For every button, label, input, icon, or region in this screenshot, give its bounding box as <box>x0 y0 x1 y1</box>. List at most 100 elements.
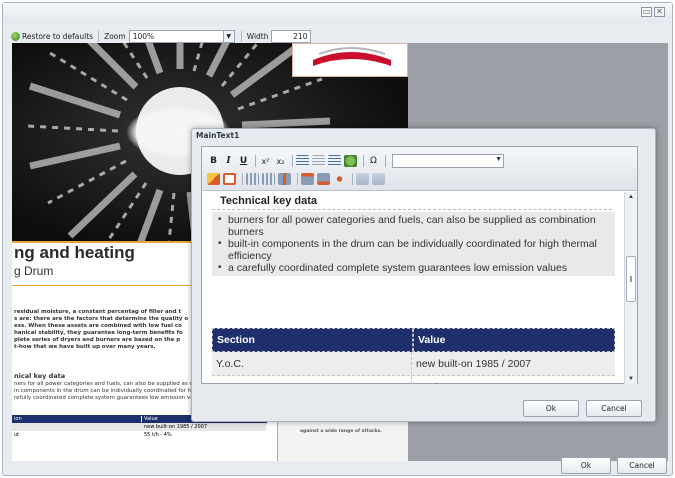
width-input[interactable]: 210 <box>271 29 312 43</box>
ok-button[interactable]: Ok <box>561 457 611 474</box>
close-window-icon[interactable]: ✕ <box>654 7 665 17</box>
bullet-list: • burners for all power categories and f… <box>212 212 615 276</box>
toolbar-divider <box>385 155 386 167</box>
merge-cells-icon[interactable] <box>301 173 314 185</box>
scrollbar-thumb[interactable] <box>626 256 636 302</box>
maintext-dialog: MainText1 B I U x² x₂ Ω ▼ Technical key … <box>191 128 656 422</box>
table-cell: 55 t/h - 4% <box>412 376 615 385</box>
editor-content[interactable]: Technical key data • burners for all pow… <box>202 192 625 384</box>
editor-scrollbar[interactable]: ▲ ▼ <box>624 192 637 384</box>
dialog-cancel-button[interactable]: Cancel <box>586 400 642 417</box>
list-item: • burners for all power categories and f… <box>218 214 611 238</box>
window-titlebar: ▭ ✕ <box>3 3 672 23</box>
list-item: • a carefully coordinated complete syste… <box>218 262 611 274</box>
table-cell: new built-on 1985 / 2007 <box>142 424 267 430</box>
zoom-label: Zoom <box>104 31 126 41</box>
toolbar-divider <box>255 155 256 167</box>
subscript-button[interactable]: x₂ <box>274 154 287 168</box>
special-character-button[interactable]: Ω <box>367 154 380 168</box>
edit-table-icon[interactable] <box>207 173 220 185</box>
grip-icon <box>630 276 632 282</box>
restore-defaults-icon[interactable] <box>11 31 20 41</box>
table-row: Y.o.C. new built-on 1985 / 2007 <box>212 352 615 376</box>
table-header-cell: Section <box>213 329 413 351</box>
chevron-down-icon[interactable]: ▼ <box>495 156 502 163</box>
table-cell: Output <box>212 376 412 384</box>
bulleted-list-icon[interactable] <box>296 155 309 167</box>
list-item: • built-in components in the drum can be… <box>218 238 611 262</box>
table-props-icon[interactable] <box>223 173 236 185</box>
editor-toolbar: B I U x² x₂ Ω ▼ <box>202 147 637 191</box>
toolbar-divider <box>363 155 364 167</box>
outdent-icon[interactable] <box>312 155 325 167</box>
scroll-up-icon[interactable]: ▲ <box>628 194 634 200</box>
page-subheading: g Drum <box>14 264 54 278</box>
section-divider <box>212 209 612 210</box>
bold-button[interactable]: B <box>207 154 220 168</box>
list-item-text: built-in components in the drum can be i… <box>228 238 597 262</box>
side-line: against a wide range of attacks. <box>300 429 382 434</box>
body-line: plete series of dryers and burners are b… <box>14 337 181 343</box>
body-line: t-how that we have built up over many ye… <box>14 344 156 350</box>
zoom-select[interactable]: 100% ▼ <box>128 29 235 43</box>
table-cell: 55 t/h - 4% <box>142 432 267 438</box>
body-line: ess. When these assets are combined with… <box>14 323 182 329</box>
body-line: residual moisture, a constant percentag … <box>14 309 182 315</box>
body-line: s are: there are the factors that determ… <box>14 316 189 322</box>
table-row: ut 55 t/h - 4% <box>12 431 267 439</box>
key-data-line: ners for all power categories and fuels,… <box>14 381 196 387</box>
key-data-table: Section Value Y.o.C. new built-on 1985 /… <box>212 328 615 384</box>
indent-icon[interactable] <box>328 155 341 167</box>
insert-image-icon[interactable] <box>344 155 357 167</box>
rich-text-editor[interactable]: B I U x² x₂ Ω ▼ Technical key data • bur… <box>201 146 638 384</box>
dialog-ok-button[interactable]: Ok <box>523 400 579 417</box>
section-title: Technical key data <box>220 195 318 207</box>
table-cell: new built-on 1985 / 2007 <box>416 357 532 370</box>
table-row: Output 55 t/h - 4% <box>212 376 615 384</box>
table-header-row: Section Value <box>212 328 615 352</box>
dialog-title: MainText1 <box>196 131 240 140</box>
toolbar-divider <box>242 173 243 185</box>
key-data-line: in components in the drum can be individ… <box>14 388 192 394</box>
delete-row-icon[interactable] <box>262 173 275 185</box>
underline-button[interactable]: U <box>237 154 250 168</box>
bullet-icon: • <box>218 262 222 273</box>
table-header-cell: ion <box>12 416 142 422</box>
insert-row-icon[interactable] <box>246 173 259 185</box>
key-data-line: refully coordinated complete system guar… <box>14 395 194 401</box>
bullet-icon: • <box>218 214 222 225</box>
page-heading: ng and heating <box>14 243 135 262</box>
toolbar-divider <box>352 173 353 185</box>
toolbar-divider <box>240 30 242 42</box>
table-cell: Y.o.C. <box>212 352 412 375</box>
zoom-value: 100% <box>132 31 155 41</box>
table-border-icon[interactable] <box>356 173 369 185</box>
logo-graphic <box>313 47 391 66</box>
brand-logo <box>292 43 408 77</box>
toolbar-divider <box>292 155 293 167</box>
cell-props-icon[interactable] <box>333 173 346 185</box>
table-row: new built-on 1985 / 2007 <box>12 423 267 431</box>
list-item-text: burners for all power categories and fue… <box>228 214 596 238</box>
scroll-down-icon[interactable]: ▼ <box>628 376 634 382</box>
key-data-heading: nical key data <box>14 372 66 380</box>
chevron-down-icon[interactable]: ▼ <box>222 30 234 42</box>
superscript-button[interactable]: x² <box>259 154 272 168</box>
editor-toolbar-row <box>207 171 388 187</box>
body-line: hanical stability, they guarantee long-t… <box>14 330 183 336</box>
editor-toolbar-row: B I U x² x₂ Ω ▼ <box>207 153 504 169</box>
width-label: Width <box>246 31 269 41</box>
insert-column-icon[interactable] <box>278 173 291 185</box>
width-value: 210 <box>293 31 308 41</box>
bullet-icon: • <box>218 238 222 249</box>
split-cells-icon[interactable] <box>317 173 330 185</box>
cancel-button[interactable]: Cancel <box>617 457 667 474</box>
restore-window-icon[interactable]: ▭ <box>641 7 652 17</box>
toolbar-divider <box>297 173 298 185</box>
list-item-text: a carefully coordinated complete system … <box>228 262 568 274</box>
table-grid-icon[interactable] <box>372 173 385 185</box>
restore-defaults-button[interactable]: Restore to defaults <box>22 32 93 41</box>
italic-button[interactable]: I <box>222 154 235 168</box>
toolbar-divider <box>98 30 100 42</box>
style-select[interactable]: ▼ <box>392 154 504 168</box>
